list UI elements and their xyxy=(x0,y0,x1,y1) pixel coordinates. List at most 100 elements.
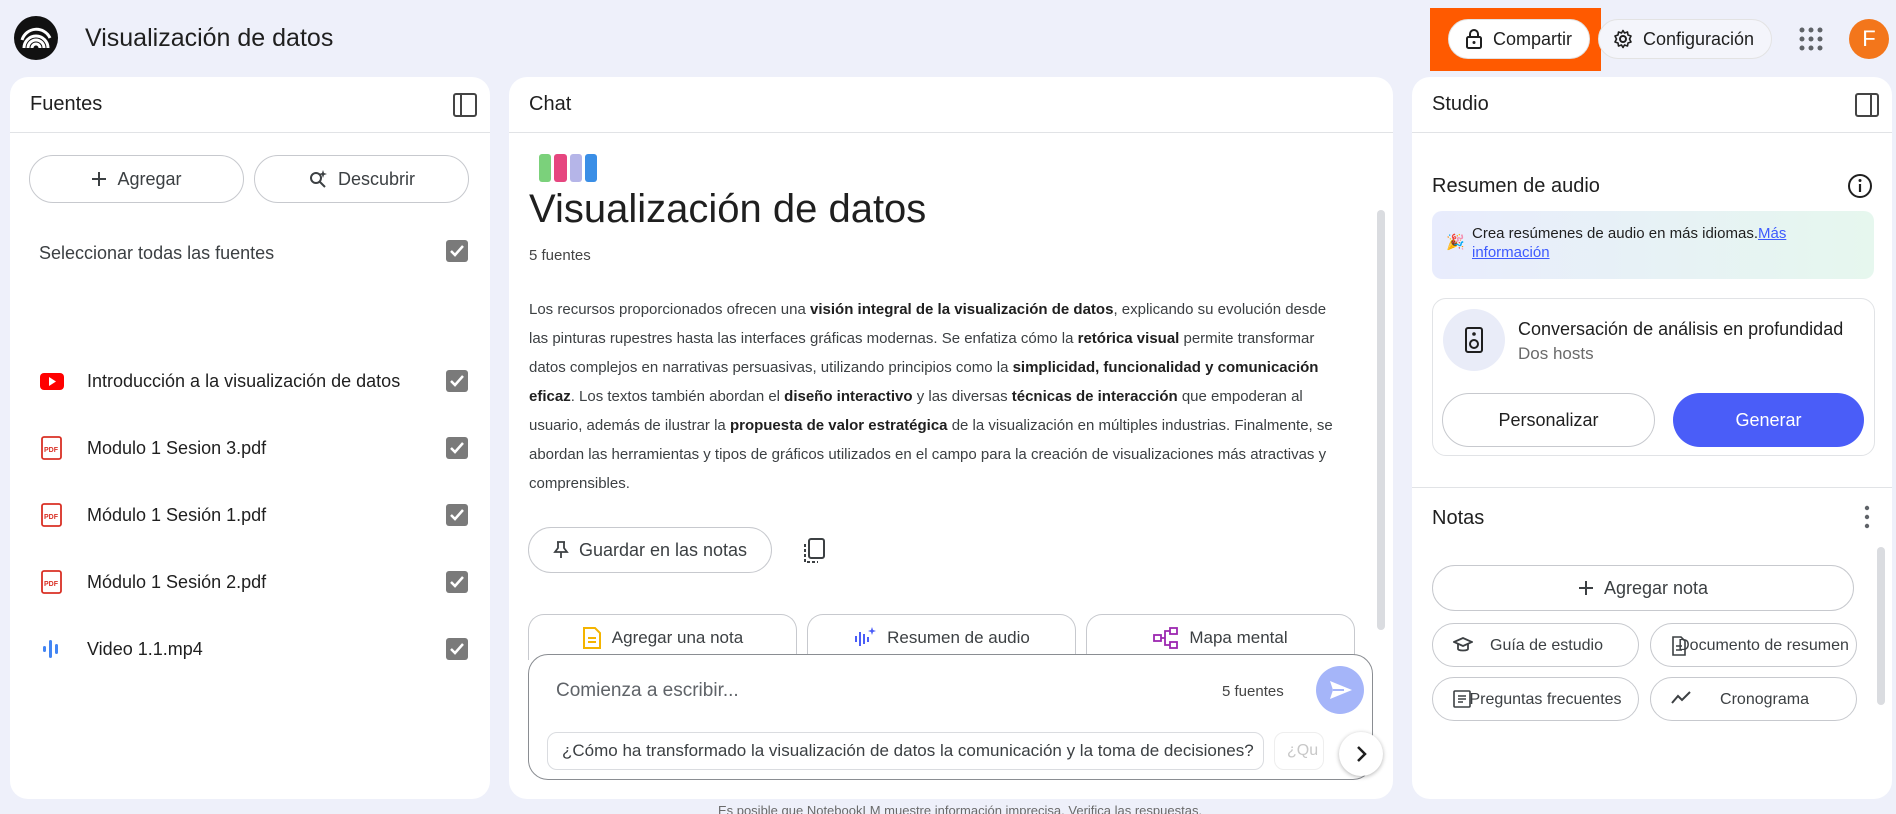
notebook-summary: Los recursos proporcionados ofrecen una … xyxy=(529,301,1333,492)
deep-dive-card: Conversación de análisis en profundidad … xyxy=(1432,298,1875,456)
svg-text:PDF: PDF xyxy=(44,447,59,454)
add-source-button[interactable]: Agregar xyxy=(29,155,244,203)
source-checkbox[interactable] xyxy=(446,504,468,526)
pin-icon xyxy=(553,541,569,558)
sources-panel-header: Fuentes xyxy=(10,77,490,133)
faq-label: Preguntas frecuentes xyxy=(1469,690,1622,708)
discover-sources-label: Descubrir xyxy=(337,168,416,189)
svg-text:PDF: PDF xyxy=(44,514,59,521)
chevron-right-icon xyxy=(1357,746,1367,762)
graduation-cap-icon xyxy=(1453,637,1473,652)
source-item[interactable]: PDF Módulo 1 Sesión 2.pdf xyxy=(39,562,469,602)
gear-icon xyxy=(1614,29,1632,49)
deep-dive-subtitle: Dos hosts xyxy=(1518,344,1594,363)
pdf-icon: PDF xyxy=(41,570,62,594)
timeline-button[interactable]: Cronograma xyxy=(1650,677,1857,721)
audio-summary-title: Resumen de audio xyxy=(1432,175,1600,197)
source-item[interactable]: PDF Módulo 1 Sesión 1.pdf xyxy=(39,495,469,535)
source-checkbox[interactable] xyxy=(446,370,468,392)
source-checkbox[interactable] xyxy=(446,571,468,593)
add-source-label: Agregar xyxy=(117,168,182,189)
source-item-label: Modulo 1 Sesion 3.pdf xyxy=(87,438,267,458)
chat-scrollbar[interactable] xyxy=(1377,210,1385,630)
chat-input[interactable]: Comienza a escribir... xyxy=(556,680,739,702)
audio-wave-icon xyxy=(43,640,58,658)
speaker-icon xyxy=(1443,309,1505,371)
youtube-icon xyxy=(40,373,64,390)
trend-icon xyxy=(1671,691,1691,704)
copy-icon[interactable] xyxy=(801,537,827,565)
source-item-label: Módulo 1 Sesión 2.pdf xyxy=(87,572,267,592)
banner-text: Crea resúmenes de audio en más idiomas. xyxy=(1472,225,1758,242)
source-item[interactable]: Introducción a la visualización de datos xyxy=(39,361,469,401)
source-item-label: Video 1.1.mp4 xyxy=(87,639,203,659)
suggested-question-chip[interactable]: ¿Qu xyxy=(1274,732,1324,770)
audio-summary-suggestion-label: Resumen de audio xyxy=(887,627,1030,647)
source-item-label: Introducción a la visualización de datos xyxy=(87,371,401,391)
studio-scrollbar[interactable] xyxy=(1877,547,1885,705)
notebook-emoji-icon xyxy=(539,154,597,182)
deep-dive-title: Conversación de análisis en profundidad xyxy=(1518,319,1844,339)
select-all-label: Seleccionar todas las fuentes xyxy=(39,243,275,263)
settings-label: Configuración xyxy=(1643,28,1755,49)
share-button[interactable]: Compartir xyxy=(1448,19,1590,59)
search-sparkle-icon xyxy=(309,170,327,188)
chat-title: Chat xyxy=(529,93,572,115)
generate-button[interactable]: Generar xyxy=(1673,393,1864,447)
studio-panel: Studio Resumen de audio 🎉 Crea resúmenes… xyxy=(1412,77,1892,799)
next-suggestions-button[interactable] xyxy=(1339,732,1383,776)
list-icon xyxy=(1453,690,1471,708)
composer-source-count: 5 fuentes xyxy=(1222,683,1284,700)
audio-languages-banner: 🎉 Crea resúmenes de audio en más idiomas… xyxy=(1432,211,1874,279)
faq-button[interactable]: Preguntas frecuentes xyxy=(1432,677,1639,721)
notebooklm-logo-icon[interactable] xyxy=(14,16,58,60)
plus-icon xyxy=(1578,581,1593,595)
pdf-icon: PDF xyxy=(41,436,62,460)
source-checkbox[interactable] xyxy=(446,437,468,459)
timeline-label: Cronograma xyxy=(1720,690,1809,708)
sources-panel: Fuentes Agregar Descubrir Seleccionar to… xyxy=(10,77,490,799)
plus-icon xyxy=(92,172,107,186)
svg-text:PDF: PDF xyxy=(44,581,59,588)
source-actions: Agregar Descubrir xyxy=(29,155,469,203)
collapse-panel-icon[interactable] xyxy=(1854,92,1880,118)
notes-title: Notas xyxy=(1432,507,1485,529)
suggested-question-chip[interactable]: ¿Cómo ha transformado la visualización d… xyxy=(547,732,1264,770)
customize-button[interactable]: Personalizar xyxy=(1442,393,1655,447)
mind-map-suggestion-label: Mapa mental xyxy=(1189,627,1288,647)
save-to-notes-button[interactable]: Guardar en las notas xyxy=(528,527,772,573)
source-item[interactable]: PDF Modulo 1 Sesion 3.pdf xyxy=(39,428,469,468)
add-note-label: Agregar nota xyxy=(1603,577,1709,598)
audio-sparkle-icon xyxy=(855,626,877,646)
divider xyxy=(1412,487,1892,488)
notebook-title[interactable]: Visualización de datos xyxy=(85,24,333,53)
more-vert-icon[interactable] xyxy=(1863,504,1871,530)
avatar[interactable]: F xyxy=(1849,19,1889,59)
send-icon xyxy=(1330,681,1352,699)
briefing-doc-button[interactable]: Documento de resumen xyxy=(1650,623,1857,667)
chat-panel: Chat Visualización de datos 5 fuentes Lo… xyxy=(509,77,1393,799)
notebook-heading: Visualización de datos xyxy=(529,187,927,231)
save-to-notes-label: Guardar en las notas xyxy=(578,539,748,560)
studio-panel-header: Studio xyxy=(1412,77,1892,133)
add-note-button[interactable]: Agregar nota xyxy=(1432,565,1854,611)
select-all-checkbox[interactable] xyxy=(446,240,468,262)
lock-icon xyxy=(1466,29,1482,49)
sources-title: Fuentes xyxy=(30,93,103,115)
add-note-suggestion-label: Agregar una nota xyxy=(611,627,744,647)
pdf-icon: PDF xyxy=(41,503,62,527)
top-bar: Visualización de datos Compartir Configu… xyxy=(0,0,1896,76)
info-icon[interactable] xyxy=(1847,173,1873,199)
settings-button[interactable]: Configuración xyxy=(1598,19,1772,59)
apps-grid-icon[interactable] xyxy=(1797,25,1825,53)
send-button[interactable] xyxy=(1316,666,1364,714)
chat-panel-header: Chat xyxy=(509,77,1393,133)
studio-title: Studio xyxy=(1432,93,1489,115)
study-guide-button[interactable]: Guía de estudio xyxy=(1432,623,1639,667)
source-item[interactable]: Video 1.1.mp4 xyxy=(39,629,469,669)
collapse-panel-icon[interactable] xyxy=(452,92,478,118)
discover-sources-button[interactable]: Descubrir xyxy=(254,155,469,203)
source-checkbox[interactable] xyxy=(446,638,468,660)
chat-composer: Comienza a escribir... 5 fuentes ¿Cómo h… xyxy=(528,654,1383,780)
source-count: 5 fuentes xyxy=(529,247,591,264)
